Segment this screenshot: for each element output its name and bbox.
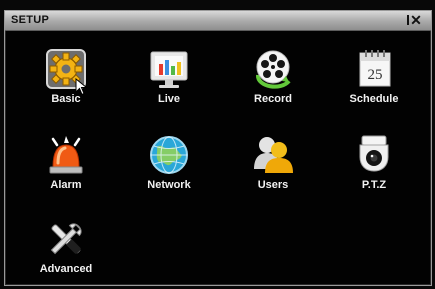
window-title: SETUP xyxy=(11,14,50,26)
menu-item-users-label: Users xyxy=(257,179,289,191)
monitor-chart-icon xyxy=(147,47,191,91)
menu-item-record[interactable]: Record xyxy=(233,47,313,105)
mouse-cursor-icon xyxy=(75,78,88,96)
menu-item-alarm[interactable]: Alarm xyxy=(26,133,106,191)
calendar-day-number: 25 xyxy=(368,67,383,83)
setup-window: SETUP ✕ Basic Live Record 25 Schedule Al… xyxy=(4,10,432,286)
menu-item-alarm-label: Alarm xyxy=(50,179,82,191)
menu-item-live[interactable]: Live xyxy=(129,47,209,105)
setup-menu-grid: Basic Live Record 25 Schedule Alarm Netw… xyxy=(5,30,431,285)
menu-item-basic-label: Basic xyxy=(51,93,81,105)
dome-camera-icon xyxy=(352,133,396,177)
menu-item-network-label: Network xyxy=(147,179,191,191)
tools-icon xyxy=(44,217,88,261)
menu-item-advanced-label: Advanced xyxy=(39,263,93,275)
menu-item-network[interactable]: Network xyxy=(129,133,209,191)
menu-item-advanced[interactable]: Advanced xyxy=(26,217,106,275)
menu-item-users[interactable]: Users xyxy=(233,133,313,191)
film-reel-icon xyxy=(251,47,295,91)
close-icon[interactable]: ✕ xyxy=(406,12,426,28)
menu-item-schedule-label: Schedule xyxy=(349,93,399,105)
menu-item-ptz-label: P.T.Z xyxy=(361,179,387,191)
alarm-siren-icon xyxy=(44,133,88,177)
users-icon xyxy=(251,133,295,177)
menu-item-live-label: Live xyxy=(157,93,180,105)
menu-item-schedule[interactable]: 25 Schedule xyxy=(334,47,414,105)
menu-item-basic[interactable]: Basic xyxy=(26,47,106,105)
globe-icon xyxy=(147,133,191,177)
calendar-icon: 25 xyxy=(352,47,396,91)
menu-item-ptz[interactable]: P.T.Z xyxy=(334,133,414,191)
menu-item-record-label: Record xyxy=(254,93,292,105)
title-bar: SETUP ✕ xyxy=(5,11,431,31)
